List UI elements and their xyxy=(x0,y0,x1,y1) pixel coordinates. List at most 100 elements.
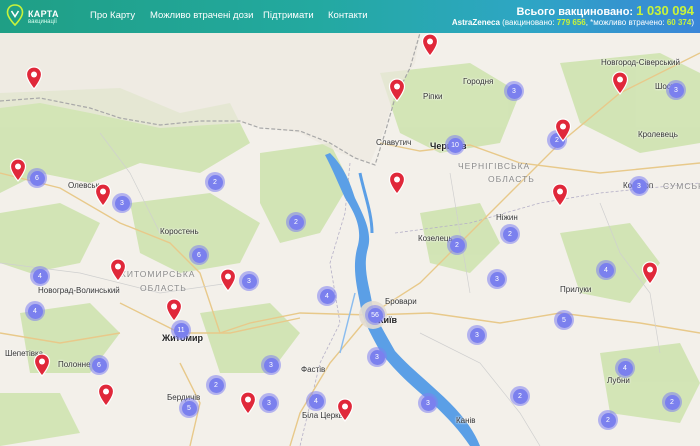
cluster-count: 2 xyxy=(207,174,223,190)
cluster-count: 3 xyxy=(631,178,647,194)
city-label: Полонне xyxy=(58,360,91,369)
cluster-marker[interactable]: 11 xyxy=(171,320,191,340)
cluster-marker[interactable]: 2 xyxy=(206,375,226,395)
vaccination-point-pin-icon[interactable] xyxy=(554,118,572,142)
cluster-marker[interactable]: 3 xyxy=(367,347,387,367)
cluster-marker[interactable]: 4 xyxy=(30,266,50,286)
cluster-count: 2 xyxy=(208,377,224,393)
close-paren: ) xyxy=(691,18,694,27)
cluster-marker[interactable]: 4 xyxy=(615,358,635,378)
cluster-marker[interactable]: 3 xyxy=(467,325,487,345)
vaccine-name: AstraZeneca xyxy=(451,18,500,27)
region-label: ЖИТОМИРСЬКА xyxy=(118,269,196,279)
nav-about[interactable]: Про Карту xyxy=(90,10,135,21)
nav-contacts[interactable]: Контакти xyxy=(328,10,368,21)
vaccination-point-pin-icon[interactable] xyxy=(94,183,112,207)
cluster-marker[interactable]: 3 xyxy=(418,393,438,413)
cluster-marker[interactable]: 2 xyxy=(205,172,225,192)
location-pin-icon xyxy=(6,4,24,26)
city-label: Славутич xyxy=(376,138,412,147)
map-canvas[interactable]: ЖИТОМИРСЬКА ОБЛАСТЬ ЧЕРНІГІВСЬКА ОБЛАСТЬ… xyxy=(0,33,700,446)
cluster-marker[interactable]: 3 xyxy=(666,80,686,100)
vaccination-point-pin-icon[interactable] xyxy=(239,391,257,415)
cluster-count: 4 xyxy=(319,288,335,304)
city-label: Городня xyxy=(463,77,494,86)
logo-subtitle: вакцинації xyxy=(28,19,57,25)
cluster-marker[interactable]: 6 xyxy=(189,245,209,265)
cluster-count: 2 xyxy=(512,388,528,404)
cluster-marker[interactable]: 6 xyxy=(27,168,47,188)
city-label: Бровари xyxy=(385,297,417,306)
cluster-count: 3 xyxy=(263,357,279,373)
cluster-count: 2 xyxy=(502,226,518,242)
cluster-count: 4 xyxy=(27,303,43,319)
vaccination-point-pin-icon[interactable] xyxy=(165,298,183,322)
vaccination-point-pin-icon[interactable] xyxy=(388,78,406,102)
vaccination-point-pin-icon[interactable] xyxy=(551,183,569,207)
vaccination-point-pin-icon[interactable] xyxy=(33,353,51,377)
cluster-marker[interactable]: 2 xyxy=(286,212,306,232)
cluster-marker[interactable]: 5 xyxy=(179,398,199,418)
cluster-marker[interactable]: 2 xyxy=(662,392,682,412)
cluster-marker[interactable]: 2 xyxy=(500,224,520,244)
cluster-marker[interactable]: 5 xyxy=(554,310,574,330)
cluster-count: 3 xyxy=(489,271,505,287)
cluster-count: 2 xyxy=(664,394,680,410)
total-vaccinated: Всього вакциновано: 1 030 094 xyxy=(516,3,694,18)
cluster-marker[interactable]: 3 xyxy=(487,269,507,289)
cluster-marker[interactable]: 2 xyxy=(447,235,467,255)
cluster-marker[interactable]: 6 xyxy=(89,355,109,375)
site-logo[interactable]: КАРТА вакцинації xyxy=(6,3,70,29)
cluster-marker[interactable]: 3 xyxy=(112,193,132,213)
cluster-marker[interactable]: 4 xyxy=(306,391,326,411)
cluster-marker[interactable]: 10 xyxy=(445,135,465,155)
vaccination-point-pin-icon[interactable] xyxy=(611,71,629,95)
cluster-marker[interactable]: 4 xyxy=(596,260,616,280)
cluster-count: 3 xyxy=(114,195,130,211)
vaccination-point-pin-icon[interactable] xyxy=(641,261,659,285)
cluster-marker[interactable]: 56 xyxy=(365,305,385,325)
cluster-marker[interactable]: 4 xyxy=(25,301,45,321)
cluster-count: 2 xyxy=(600,412,616,428)
cluster-marker[interactable]: 2 xyxy=(510,386,530,406)
cluster-count: 4 xyxy=(617,360,633,376)
total-label: Всього вакциновано: xyxy=(516,6,634,18)
cluster-count: 5 xyxy=(556,312,572,328)
cluster-marker[interactable]: 3 xyxy=(261,355,281,375)
vaccination-point-pin-icon[interactable] xyxy=(336,398,354,422)
city-label: Канів xyxy=(456,416,476,425)
cluster-marker[interactable]: 3 xyxy=(504,81,524,101)
region-label: ОБЛАСТЬ xyxy=(488,174,535,184)
vaccination-point-pin-icon[interactable] xyxy=(109,258,127,282)
cluster-count: 2 xyxy=(449,237,465,253)
cluster-marker[interactable]: 4 xyxy=(317,286,337,306)
cluster-marker[interactable]: 3 xyxy=(239,271,259,291)
vaccination-point-pin-icon[interactable] xyxy=(421,33,439,57)
vaccination-point-pin-icon[interactable] xyxy=(219,268,237,292)
vaccination-point-pin-icon[interactable] xyxy=(388,171,406,195)
city-label: Новоград-Волинський xyxy=(38,286,120,295)
city-label: Фастів xyxy=(301,365,326,374)
cluster-marker[interactable]: 3 xyxy=(629,176,649,196)
city-label: Новгород-Сіверський xyxy=(601,58,680,67)
cluster-count: 2 xyxy=(288,214,304,230)
cluster-count: 3 xyxy=(369,349,385,365)
cluster-marker[interactable]: 2 xyxy=(598,410,618,430)
cluster-count: 6 xyxy=(29,170,45,186)
cluster-count: 3 xyxy=(420,395,436,411)
region-label: СУМСЬКА xyxy=(663,181,700,191)
vaccination-point-pin-icon[interactable] xyxy=(25,66,43,90)
cluster-marker[interactable]: 3 xyxy=(259,393,279,413)
vaccination-point-pin-icon[interactable] xyxy=(97,383,115,407)
vaccination-point-pin-icon[interactable] xyxy=(9,158,27,182)
cluster-count: 4 xyxy=(308,393,324,409)
region-label: ЧЕРНІГІВСЬКА xyxy=(458,161,531,171)
cluster-count: 3 xyxy=(261,395,277,411)
nav-lost-doses[interactable]: Можливо втрачені дози xyxy=(150,10,253,21)
top-header: КАРТА вакцинації Про Карту Можливо втрач… xyxy=(0,0,700,33)
vaccinated-value: 779 656 xyxy=(556,18,586,27)
city-label: Коростень xyxy=(160,227,199,236)
vaccinated-label: (вакциновано: xyxy=(502,18,555,27)
nav-support[interactable]: Підтримати xyxy=(263,10,314,21)
lost-label: , *можливо втрачено: xyxy=(585,18,665,27)
